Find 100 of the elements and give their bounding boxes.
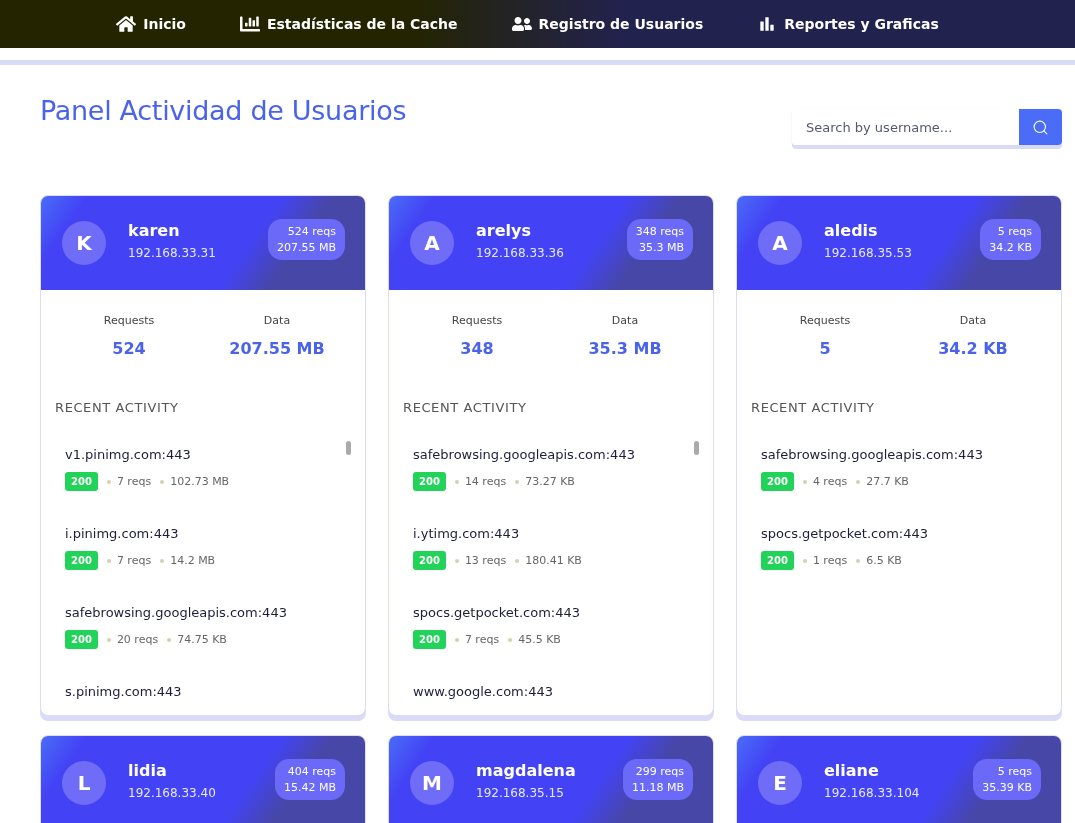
avatar: K bbox=[62, 221, 106, 265]
request-count: 404 reqs bbox=[287, 764, 336, 778]
data-size: 207.55 MB bbox=[276, 240, 336, 254]
stat-label: Requests bbox=[799, 314, 851, 327]
username: karen bbox=[128, 220, 181, 240]
bullet-icon bbox=[106, 558, 111, 563]
host-name: safebrowsing.googleapis.com:443 bbox=[761, 447, 984, 462]
avatar: M bbox=[410, 761, 454, 805]
data-size: 35.39 KB bbox=[982, 780, 1032, 794]
request-count: 299 reqs bbox=[635, 764, 684, 778]
avatar: A bbox=[410, 221, 454, 265]
nav-link[interactable]: Inicio bbox=[116, 14, 186, 34]
host-name: safebrowsing.googleapis.com:443 bbox=[413, 447, 636, 462]
username: arelys bbox=[476, 220, 532, 240]
bullet-icon bbox=[454, 479, 459, 484]
data-size: 35.3 MB bbox=[638, 240, 684, 254]
ip-address: 192.168.35.15 bbox=[476, 785, 565, 800]
ip-address: 192.168.33.36 bbox=[476, 245, 565, 260]
request-count: 13 reqs bbox=[464, 554, 507, 567]
nav-link[interactable]: Reportes y Graficas bbox=[757, 14, 939, 34]
bullet-icon bbox=[515, 479, 520, 484]
host-name: safebrowsing.googleapis.com:443 bbox=[65, 605, 288, 620]
bullet-icon bbox=[167, 637, 172, 642]
data-size: 6.5 KB bbox=[866, 554, 902, 567]
status-badge: 200 bbox=[761, 472, 794, 491]
home-icon bbox=[116, 14, 137, 34]
search-icon bbox=[1032, 118, 1049, 136]
username: eliane bbox=[824, 760, 880, 780]
stat-label: Data bbox=[611, 314, 639, 327]
data-size: 11.18 MB bbox=[631, 780, 684, 794]
stat-value: 34.2 KB bbox=[938, 339, 1008, 358]
data-size: 27.7 KB bbox=[866, 475, 909, 488]
request-count: 348 reqs bbox=[635, 224, 684, 238]
status-badge: 200 bbox=[413, 630, 446, 649]
data-size: 102.73 MB bbox=[170, 475, 230, 488]
status-badge: 200 bbox=[65, 630, 98, 649]
data-size: 14.2 MB bbox=[170, 554, 216, 567]
ip-address: 192.168.33.40 bbox=[128, 785, 217, 800]
bullet-icon bbox=[454, 637, 459, 642]
bullet-icon bbox=[856, 479, 861, 484]
data-size: 34.2 KB bbox=[989, 240, 1032, 254]
request-count: 14 reqs bbox=[464, 475, 507, 488]
page-title: Panel Actividad de Usuarios bbox=[40, 95, 407, 126]
section-heading: RECENT ACTIVITY bbox=[54, 399, 180, 415]
username: magdalena bbox=[476, 760, 577, 780]
stat-value: 5 bbox=[819, 339, 831, 358]
bullet-icon bbox=[515, 558, 520, 563]
avatar: A bbox=[758, 221, 802, 265]
username: aledis bbox=[824, 220, 879, 240]
request-count: 4 reqs bbox=[812, 475, 848, 488]
host-name: i.pinimg.com:443 bbox=[65, 526, 180, 541]
host-name: v1.pinimg.com:443 bbox=[65, 447, 192, 462]
search-button[interactable] bbox=[1019, 109, 1062, 145]
ip-address: 192.168.33.31 bbox=[128, 245, 217, 260]
bullet-icon bbox=[802, 479, 807, 484]
request-count: 7 reqs bbox=[464, 633, 500, 646]
data-size: 74.75 KB bbox=[177, 633, 227, 646]
status-badge: 200 bbox=[65, 472, 98, 491]
section-heading: RECENT ACTIVITY bbox=[402, 399, 528, 415]
stat-value: 35.3 MB bbox=[588, 339, 662, 358]
ip-address: 192.168.33.104 bbox=[824, 785, 921, 800]
status-badge: 200 bbox=[761, 551, 794, 570]
request-count: 524 reqs bbox=[287, 224, 336, 238]
nav-link[interactable]: Estadísticas de la Cache bbox=[239, 14, 458, 34]
avatar: E bbox=[758, 761, 802, 805]
data-size: 180.41 KB bbox=[525, 554, 582, 567]
stat-label: Data bbox=[959, 314, 987, 327]
host-name: www.google.com:443 bbox=[413, 684, 554, 699]
host-name: spocs.getpocket.com:443 bbox=[413, 605, 581, 620]
bullet-icon bbox=[106, 479, 111, 484]
stat-label: Data bbox=[263, 314, 291, 327]
ip-address: 192.168.35.53 bbox=[824, 245, 913, 260]
request-count: 20 reqs bbox=[116, 633, 159, 646]
bullet-icon bbox=[454, 558, 459, 563]
bullet-icon bbox=[160, 558, 165, 563]
request-count: 5 reqs bbox=[997, 224, 1032, 238]
nav-link[interactable]: Registro de Usuarios bbox=[511, 14, 704, 34]
bar-chart-icon bbox=[239, 14, 260, 34]
users-icon bbox=[511, 14, 532, 34]
host-name: spocs.getpocket.com:443 bbox=[761, 526, 929, 541]
scrollbar-thumb[interactable] bbox=[694, 441, 699, 455]
host-name: s.pinimg.com:443 bbox=[65, 684, 183, 699]
bullet-icon bbox=[856, 558, 861, 563]
bullet-icon bbox=[160, 479, 165, 484]
section-heading: RECENT ACTIVITY bbox=[750, 399, 876, 415]
avatar: L bbox=[62, 761, 106, 805]
request-count: 1 reqs bbox=[812, 554, 848, 567]
data-size: 45.5 KB bbox=[518, 633, 561, 646]
bullet-icon bbox=[106, 637, 111, 642]
request-count: 7 reqs bbox=[116, 475, 152, 488]
data-size: 15.42 MB bbox=[283, 780, 336, 794]
stat-label: Requests bbox=[451, 314, 503, 327]
host-name: i.ytimg.com:443 bbox=[413, 526, 521, 541]
status-badge: 200 bbox=[413, 472, 446, 491]
status-badge: 200 bbox=[413, 551, 446, 570]
request-count: 7 reqs bbox=[116, 554, 152, 567]
data-size: 73.27 KB bbox=[525, 475, 575, 488]
bullet-icon bbox=[802, 558, 807, 563]
scrollbar-thumb[interactable] bbox=[346, 441, 351, 455]
bullet-icon bbox=[508, 637, 513, 642]
